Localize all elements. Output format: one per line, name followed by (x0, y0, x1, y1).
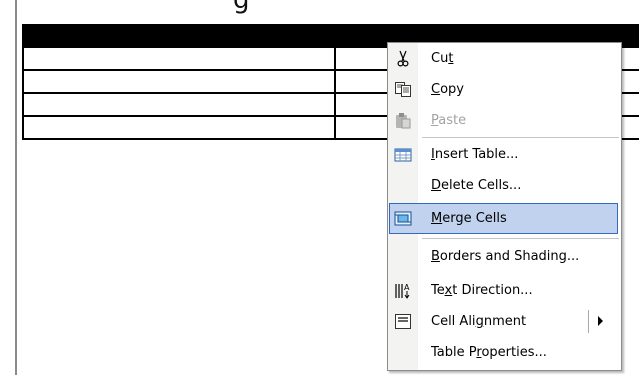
menu-item-insert-table[interactable]: Insert Table... (388, 139, 621, 170)
svg-text:A: A (404, 283, 410, 292)
cell-alignment-icon (395, 314, 411, 329)
menu-item-label: Cell Alignment (431, 314, 527, 329)
menu-item-label: Text Direction... (431, 283, 533, 298)
paste-icon (396, 113, 411, 129)
menu-item-label: Table Properties... (431, 345, 547, 360)
menu-item-paste[interactable]: Paste (388, 105, 621, 136)
menu-item-label: Borders and Shading... (431, 249, 580, 264)
merge-cells-icon (394, 211, 412, 226)
table-column-border (334, 46, 336, 140)
table-column-border (22, 46, 24, 140)
menu-separator (422, 238, 619, 239)
menu-item-label: Paste (431, 113, 467, 128)
menu-item-label: Cut (431, 51, 454, 66)
menu-item-table-properties[interactable]: Table Properties... (388, 337, 621, 368)
copy-icon (395, 82, 411, 97)
menu-item-merge-cells[interactable]: Merge Cells (388, 203, 621, 234)
menu-item-text-direction[interactable]: A Text Direction... (388, 275, 621, 306)
menu-item-delete-cells[interactable]: Delete Cells... (388, 170, 621, 201)
menu-item-label: Delete Cells... (431, 178, 522, 193)
text-direction-icon: A (395, 283, 410, 299)
document-text-fragment: g (233, 0, 250, 15)
document-window: g Cut Copy Paste Insert Table... Delete … (0, 0, 639, 375)
submenu-split-divider (588, 310, 589, 333)
chevron-right-icon[interactable] (598, 316, 603, 326)
menu-item-label: Insert Table... (431, 147, 519, 162)
scissors-icon (397, 50, 409, 67)
menu-item-copy[interactable]: Copy (388, 74, 621, 105)
context-menu: Cut Copy Paste Insert Table... Delete Ce… (387, 42, 622, 371)
menu-separator (422, 137, 619, 138)
table-icon (394, 148, 412, 162)
menu-item-borders-and-shading[interactable]: Borders and Shading... (388, 241, 621, 272)
menu-item-cut[interactable]: Cut (388, 43, 621, 74)
menu-item-label: Merge Cells (431, 211, 507, 226)
margin-rule (15, 0, 17, 375)
menu-item-label: Copy (431, 82, 464, 97)
menu-item-cell-alignment[interactable]: Cell Alignment (388, 306, 621, 337)
